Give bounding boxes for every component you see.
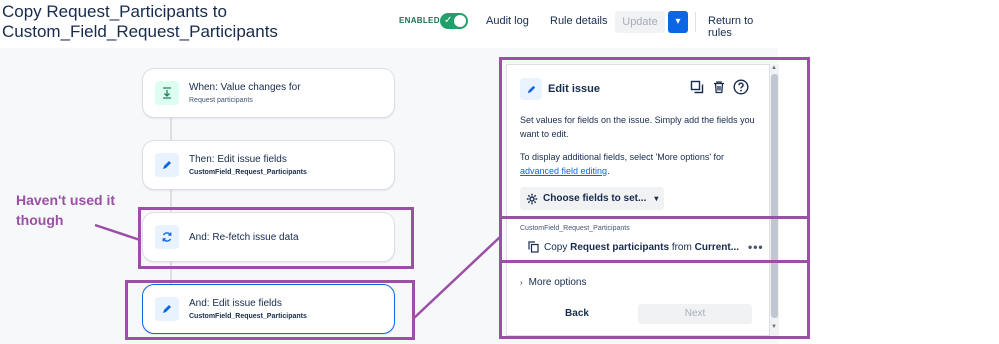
annotation-box-field bbox=[499, 216, 810, 263]
annotation-box-edit-issue bbox=[125, 280, 415, 340]
annotation-box-panel bbox=[499, 57, 810, 339]
annotation-box-refetch bbox=[138, 207, 414, 269]
